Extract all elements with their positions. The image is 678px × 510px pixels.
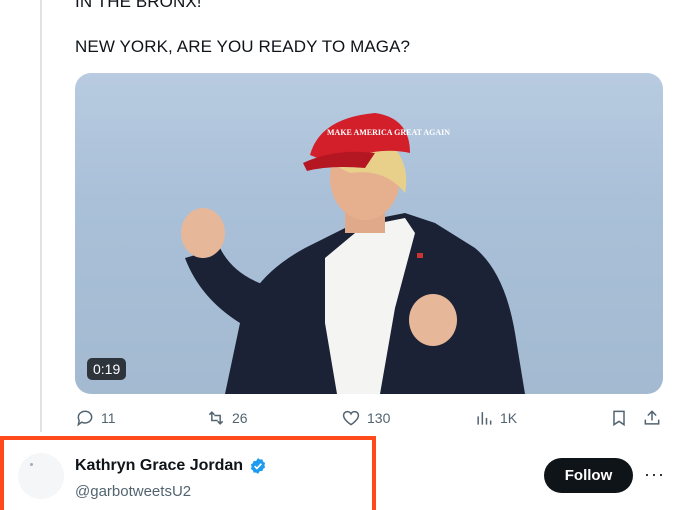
repost-count: 26 [232,410,248,426]
video-frame: MAKE AMERICA GREAT AGAIN [181,113,525,394]
hat-text: MAKE AMERICA GREAT AGAIN [327,128,450,137]
more-options-icon[interactable]: ··· [644,464,665,485]
share-button[interactable] [642,408,662,428]
repost-button[interactable]: 26 [206,408,248,428]
reply-count: 11 [101,410,116,426]
account-name-row: Kathryn Grace Jordan [75,457,267,475]
thread-connector-line [40,0,42,432]
verified-badge-icon [250,458,266,474]
views-chart-icon [477,412,492,425]
account-handle[interactable]: @garbotweetsU2 [75,483,191,500]
reply-icon [77,410,93,427]
avatar[interactable] [18,453,64,499]
tweet-action-bar: 11 26 130 1K [75,408,665,434]
tweet-text-line-2: NEW YORK, ARE YOU READY TO MAGA? [75,37,411,56]
like-button[interactable]: 130 [341,408,390,428]
repost-icon [208,411,224,425]
reply-button[interactable]: 11 [75,408,116,428]
follow-button[interactable]: Follow [544,458,633,493]
tweet-text-line-1: IN THE BRONX! [75,0,202,11]
tweet-video[interactable]: MAKE AMERICA GREAT AGAIN 0:19 [75,73,663,394]
views-count: 1K [500,410,518,426]
share-icon [644,410,660,425]
video-duration-badge: 0:19 [87,358,127,380]
account-name[interactable]: Kathryn Grace Jordan [75,457,243,475]
bookmark-button[interactable] [609,408,629,428]
views-button[interactable]: 1K [474,408,517,428]
bookmark-icon [613,410,625,427]
heart-icon [342,410,360,426]
like-count: 130 [367,410,391,426]
